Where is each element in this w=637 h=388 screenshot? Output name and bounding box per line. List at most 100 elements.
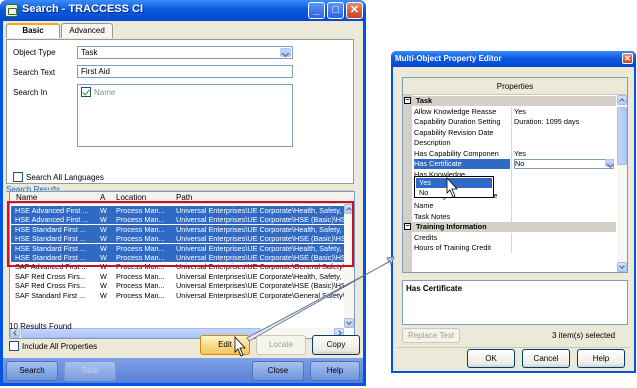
category-row[interactable]: − Training Information [403, 222, 616, 232]
search-criteria-panel: Object Type Task Search Text First Aid S… [6, 39, 354, 184]
copy-button[interactable]: Copy [312, 335, 360, 355]
property-row[interactable]: Has Capability Componen Yes [403, 148, 616, 159]
table-row[interactable]: HSE Standard First ... W Process Man... Uni… [11, 253, 345, 262]
results-header-row: Name A Location Path [10, 192, 354, 204]
scroll-up-icon[interactable] [617, 95, 627, 105]
cell-a: W [100, 281, 107, 291]
scroll-down-icon[interactable] [617, 262, 627, 272]
close-window-button[interactable]: ✕ [346, 2, 363, 19]
object-type-select[interactable]: Task [77, 46, 293, 59]
has-certificate-dropdown-list[interactable]: Yes No [414, 176, 494, 198]
cell-name: SAF Standard First ... [15, 290, 86, 300]
cell-path: Universal Enterprises\UE Corporate\Gener… [176, 262, 345, 272]
object-type-value: Task [81, 48, 98, 57]
property-grid[interactable]: Properties − Task Allow Knowledge Reasse Ye… [402, 77, 628, 273]
property-name: Has Certificate [414, 159, 510, 169]
locate-button[interactable]: Locate [256, 335, 306, 355]
properties-header: Properties [403, 78, 627, 95]
table-row[interactable]: HSE Standard First ... W Process Man... Uni… [11, 224, 345, 234]
ok-button[interactable]: OK [467, 349, 515, 368]
collapse-icon[interactable]: − [404, 97, 411, 104]
collapse-icon[interactable]: − [404, 223, 411, 230]
column-divider [511, 232, 512, 243]
property-row[interactable]: Has Certificate No [403, 159, 616, 169]
name-checkbox[interactable] [81, 87, 91, 97]
help-button-2[interactable]: Help [577, 349, 625, 368]
window-title: Search - TRACCESS CI [22, 3, 144, 15]
dropdown-option-no[interactable]: No [416, 188, 492, 198]
close-icon[interactable]: ✕ [622, 53, 633, 64]
chevron-down-icon[interactable] [280, 48, 291, 57]
table-row[interactable]: HSE Advanced First ... W Process Man... Uni… [11, 215, 345, 225]
property-value[interactable]: Yes [514, 149, 614, 159]
replace-text-button[interactable]: Replace Text [402, 328, 460, 343]
table-row[interactable]: HSE Advanced First ... W Process Man... Uni… [11, 206, 345, 215]
column-divider [511, 127, 512, 138]
chevron-down-icon[interactable] [605, 159, 614, 167]
property-row[interactable]: Name [403, 201, 616, 211]
property-name: Task Notes [414, 211, 451, 221]
edit-button[interactable]: Edit [200, 335, 250, 355]
property-row[interactable]: Capability Revision Date [403, 127, 616, 138]
property-value[interactable]: Yes [514, 107, 614, 117]
include-all-properties-label: Include All Properties [22, 342, 98, 351]
table-row[interactable]: SAF Advanced First ... W Process Man... Uni… [11, 262, 345, 271]
column-location[interactable]: Location [116, 193, 146, 202]
results-vscrollbar[interactable] [344, 204, 354, 328]
table-row[interactable]: HSE Standard First ... W Process Man... Uni… [11, 234, 345, 244]
close-button[interactable]: Close [252, 361, 304, 381]
dropdown-option-yes[interactable]: Yes [416, 178, 492, 188]
search-button[interactable]: Search [6, 361, 58, 381]
maximize-button[interactable]: □ [327, 2, 344, 19]
include-all-properties-checkbox[interactable] [9, 341, 19, 351]
column-divider [511, 211, 512, 222]
cell-name: SAF Red Cross Firs... [15, 271, 86, 281]
cell-name: SAF Red Cross Firs... [15, 281, 86, 291]
property-row[interactable]: Capability Duration Setting Duration: 109… [403, 117, 616, 127]
bottom-button-bar: Search Stop Close Help [3, 358, 363, 383]
category-row[interactable]: − Task [403, 96, 616, 106]
column-name[interactable]: Name [16, 193, 37, 202]
table-row[interactable]: SAF Red Cross Firs... W Process Man... Univ… [11, 281, 345, 290]
column-divider [511, 117, 512, 127]
tab-advanced[interactable]: Advanced [61, 23, 113, 38]
minimize-button[interactable]: _ [308, 2, 325, 19]
table-row[interactable]: SAF Red Cross Firs... W Process Man... Univ… [11, 272, 345, 281]
cell-location: Process Man... [116, 281, 165, 291]
grid-vscrollbar[interactable] [617, 95, 627, 272]
column-path[interactable]: Path [176, 193, 192, 202]
property-value[interactable]: No [514, 159, 614, 169]
property-editor-titlebar[interactable]: Multi-Object Property Editor ✕ [391, 51, 636, 67]
category-label: Task [416, 96, 433, 105]
property-row[interactable]: Hours of Training Credit [403, 243, 616, 253]
property-row[interactable]: Description [403, 138, 616, 148]
column-divider [511, 148, 512, 159]
property-row[interactable]: Task Notes [403, 211, 616, 222]
cell-name: HSE Standard First ... [15, 253, 86, 262]
grid-scroll-thumb[interactable] [617, 107, 627, 165]
cell-a: W [100, 234, 107, 244]
help-button[interactable]: Help [310, 361, 360, 381]
cell-a: W [100, 215, 107, 225]
search-in-list[interactable]: Name [77, 84, 293, 147]
property-name: Description [414, 138, 451, 147]
table-row[interactable]: HSE Standard First ... W Process Man... Uni… [11, 243, 345, 253]
search-window-titlebar[interactable]: Search - TRACCESS CI _ □ ✕ [0, 0, 366, 21]
property-name: Credits [414, 232, 438, 242]
cell-location: Process Man... [116, 234, 165, 244]
cell-path: Universal Enterprises\UE Corporate\Healt… [176, 243, 345, 253]
property-row[interactable]: Allow Knowledge Reasse Yes [403, 106, 616, 117]
cancel-button[interactable]: Cancel [522, 349, 570, 368]
property-value[interactable]: Duration: 1095 days [514, 117, 614, 127]
property-name: Capability Duration Setting [414, 117, 501, 126]
search-text-input[interactable]: First Aid [77, 65, 293, 78]
stop-button[interactable]: Stop [64, 361, 116, 381]
column-a[interactable]: A [100, 193, 105, 202]
table-row[interactable]: SAF Standard First ... W Process Man... Uni… [11, 291, 345, 300]
search-all-languages-checkbox[interactable] [13, 172, 23, 182]
scroll-up-icon[interactable] [344, 204, 354, 214]
scroll-down-icon[interactable] [344, 318, 354, 328]
property-row[interactable]: Credits [403, 232, 616, 243]
tab-basic[interactable]: Basic [6, 23, 60, 38]
results-list[interactable]: Name A Location Path HSE Advanced First … [9, 191, 355, 339]
